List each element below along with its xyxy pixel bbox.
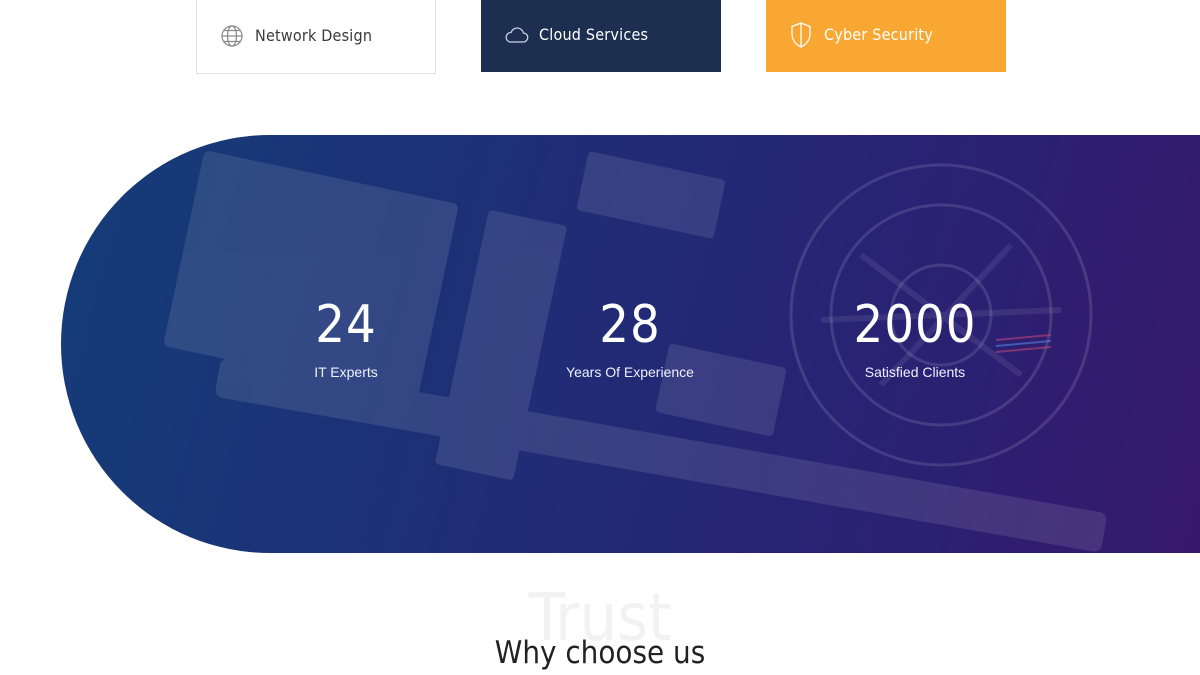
stat-years-experience: 28 Years Of Experience <box>530 295 730 380</box>
service-tab-cloud-services[interactable]: Cloud Services <box>481 0 721 72</box>
shield-icon <box>788 22 814 48</box>
service-tab-label: Cloud Services <box>539 25 649 44</box>
section-title: Why choose us <box>494 635 706 671</box>
stat-satisfied-clients: 2000 Satisfied Clients <box>815 295 1015 380</box>
page: Network Design Cloud Services Cyber Secu… <box>0 0 1200 675</box>
service-tab-cyber-security[interactable]: Cyber Security <box>766 0 1006 72</box>
stat-caption: Satisfied Clients <box>864 364 966 380</box>
stat-value: 2000 <box>853 295 977 355</box>
globe-icon <box>219 23 245 49</box>
stat-caption: Years Of Experience <box>566 364 694 380</box>
stat-caption: IT Experts <box>314 364 378 380</box>
service-tab-network-design[interactable]: Network Design <box>196 0 436 74</box>
stats-banner: 24 IT Experts 28 Years Of Experience 200… <box>61 135 1200 553</box>
cloud-icon <box>503 22 529 48</box>
service-tab-label: Cyber Security <box>824 25 933 44</box>
stat-it-experts: 24 IT Experts <box>246 295 446 380</box>
stat-value: 28 <box>599 295 661 355</box>
service-tab-label: Network Design <box>255 25 373 45</box>
stat-value: 24 <box>315 295 377 355</box>
